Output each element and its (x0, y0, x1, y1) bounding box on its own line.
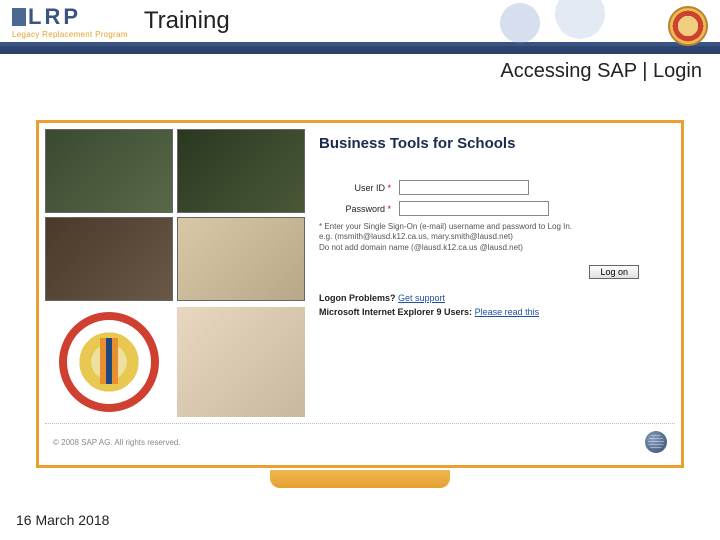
hint-line-2: e.g. (msmith@lausd.k12.ca.us, mary.smith… (319, 232, 667, 242)
get-support-link[interactable]: Get support (398, 293, 445, 303)
form-column: Business Tools for Schools User ID * Pas… (319, 129, 675, 417)
globe-icon (645, 431, 667, 453)
user-id-label: User ID * (319, 183, 391, 193)
password-label: Password * (319, 204, 391, 214)
login-panel: Business Tools for Schools User ID * Pas… (36, 120, 684, 468)
login-hint: * Enter your Single Sign-On (e-mail) use… (319, 222, 667, 253)
lrp-block-icon (12, 8, 26, 26)
header-decor (460, 0, 660, 46)
photo-classroom-1 (45, 129, 173, 213)
lrp-logo: LRP Legacy Replacement Program (12, 4, 128, 39)
panel-footer: © 2008 SAP AG. All rights reserved. (45, 417, 675, 459)
copyright-text: © 2008 SAP AG. All rights reserved. (53, 438, 181, 447)
page-title: Training (144, 7, 230, 35)
password-input[interactable] (399, 201, 549, 216)
lrp-letters: LRP (28, 4, 81, 30)
panel-title: Business Tools for Schools (319, 135, 667, 152)
breadcrumb: Accessing SAP | Login (0, 54, 720, 90)
lrp-subtitle: Legacy Replacement Program (12, 30, 128, 39)
logon-row: Log on (319, 265, 667, 279)
footer-date: 16 March 2018 (16, 512, 109, 528)
ie9-label: Microsoft Internet Explorer 9 Users: (319, 307, 472, 317)
logon-button[interactable]: Log on (589, 265, 639, 279)
user-id-row: User ID * (319, 180, 667, 195)
district-seal-icon (668, 6, 708, 46)
bottom-tab-decor (270, 470, 450, 488)
photo-classroom-2 (177, 129, 305, 213)
seal-pencils-icon (100, 338, 118, 384)
photo-students-2 (177, 217, 305, 301)
photo-child (177, 307, 305, 417)
logon-problems-label: Logon Problems? (319, 293, 396, 303)
seal-circle-icon (59, 312, 159, 412)
user-id-input[interactable] (399, 180, 529, 195)
password-row: Password * (319, 201, 667, 216)
ie9-link[interactable]: Please read this (475, 307, 540, 317)
image-grid (45, 129, 305, 301)
header-bar: LRP Legacy Replacement Program Training (0, 0, 720, 54)
main-area: Business Tools for Schools User ID * Pas… (0, 90, 720, 498)
image-column (45, 129, 305, 417)
lrp-logo-text: LRP (12, 4, 128, 30)
ie9-line: Microsoft Internet Explorer 9 Users: Ple… (319, 307, 667, 317)
header-top: LRP Legacy Replacement Program Training (0, 0, 720, 46)
lausd-seal (45, 307, 173, 417)
logon-problems-line: Logon Problems? Get support (319, 293, 667, 303)
hint-line-3: Do not add domain name (@lausd.k12.ca.us… (319, 243, 667, 253)
photo-students-1 (45, 217, 173, 301)
hint-line-1: * Enter your Single Sign-On (e-mail) use… (319, 222, 667, 232)
